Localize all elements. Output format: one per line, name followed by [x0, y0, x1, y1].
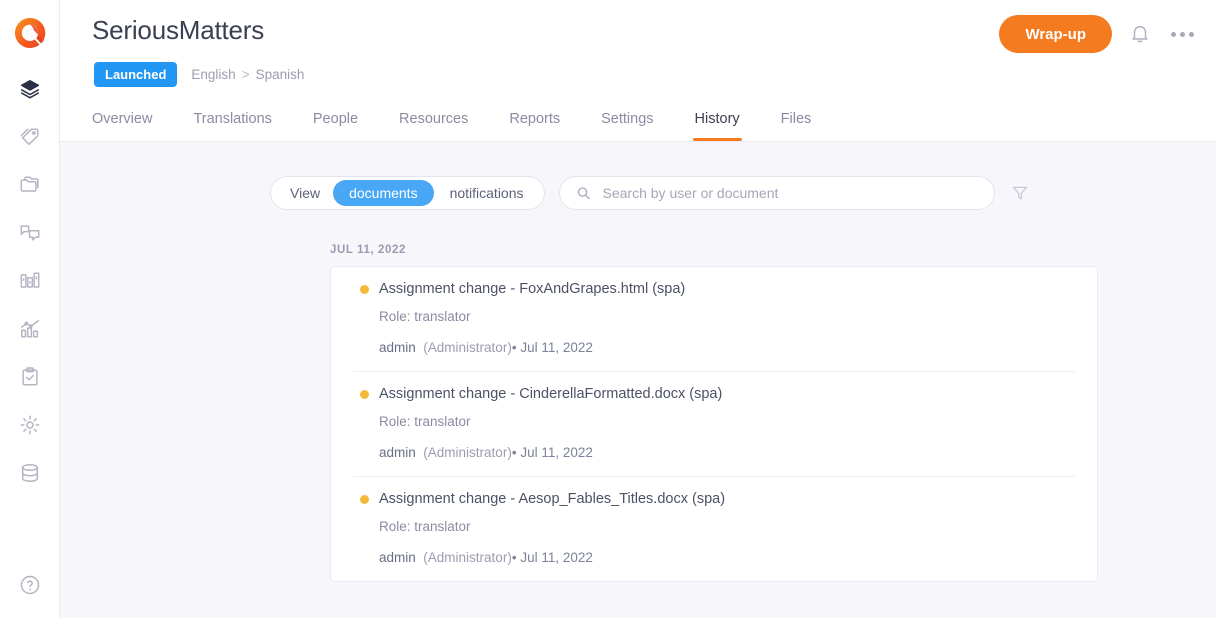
toggle-documents[interactable]: documents — [333, 180, 433, 206]
tab-files[interactable]: Files — [781, 103, 812, 141]
entry-date: Jul 11, 2022 — [520, 550, 593, 565]
entry-title: Assignment change - Aesop_Fables_Titles.… — [379, 491, 725, 507]
entry-separator: • — [512, 340, 517, 355]
entry-meta: admin (Administrator)• Jul 11, 2022 — [379, 340, 1075, 355]
history-card: Assignment change - FoxAndGrapes.html (s… — [330, 266, 1098, 582]
entry-date: Jul 11, 2022 — [520, 340, 593, 355]
tab-settings[interactable]: Settings — [601, 103, 653, 141]
tab-overview[interactable]: Overview — [92, 103, 152, 141]
bell-icon — [1129, 23, 1151, 45]
title-row: SeriousMatters Wrap-up — [92, 0, 1196, 53]
notifications-button[interactable] — [1126, 20, 1154, 48]
entry-user-role: (Administrator) — [423, 340, 512, 355]
entry-title-row: Assignment change - FoxAndGrapes.html (s… — [353, 281, 1075, 297]
status-badge[interactable]: Launched — [94, 62, 177, 87]
page-title: SeriousMatters — [92, 13, 264, 47]
search-box[interactable] — [559, 176, 995, 210]
sidebar-item-reports[interactable] — [13, 264, 47, 297]
entry-title-row: Assignment change - Aesop_Fables_Titles.… — [353, 491, 1075, 507]
breadcrumb: English > Spanish — [191, 67, 304, 82]
entry-title: Assignment change - FoxAndGrapes.html (s… — [379, 281, 685, 297]
search-icon — [576, 185, 591, 201]
history-entry[interactable]: Assignment change - Aesop_Fables_Titles.… — [353, 477, 1075, 581]
breadcrumb-target[interactable]: Spanish — [256, 67, 305, 82]
analytics-icon — [19, 318, 41, 340]
status-dot-icon — [360, 285, 369, 294]
tab-people[interactable]: People — [313, 103, 358, 141]
more-horizontal-icon — [1171, 32, 1194, 37]
more-menu-button[interactable] — [1168, 20, 1196, 48]
topbar: SeriousMatters Wrap-up — [60, 0, 1216, 141]
left-sidebar — [0, 0, 60, 618]
toggle-notifications[interactable]: notifications — [434, 180, 540, 206]
entry-separator: • — [512, 445, 517, 460]
sidebar-item-data[interactable] — [13, 456, 47, 489]
topbar-actions: Wrap-up — [999, 13, 1196, 53]
sidebar-nav — [13, 72, 47, 489]
sidebar-item-tasks[interactable] — [13, 360, 47, 393]
help-circle-icon — [19, 574, 41, 596]
chat-icon — [19, 222, 41, 244]
controls-row: View documents notifications — [60, 142, 1216, 210]
entry-user: admin — [379, 550, 416, 565]
content-area: View documents notifications — [60, 141, 1216, 618]
history-entry[interactable]: Assignment change - FoxAndGrapes.html (s… — [353, 267, 1075, 372]
tags-icon — [19, 126, 41, 148]
entry-role: Role: translator — [379, 519, 1075, 534]
entry-user-role: (Administrator) — [423, 445, 512, 460]
entry-meta: admin (Administrator)• Jul 11, 2022 — [379, 550, 1075, 565]
gear-icon — [19, 414, 41, 436]
entry-date: Jul 11, 2022 — [520, 445, 593, 460]
filter-button[interactable] — [1009, 182, 1031, 204]
entry-title-row: Assignment change - CinderellaFormatted.… — [353, 386, 1075, 402]
bar-chart-icon — [19, 270, 41, 292]
view-toggle-group: View documents notifications — [270, 176, 545, 210]
entry-separator: • — [512, 550, 517, 565]
tab-translations[interactable]: Translations — [193, 103, 271, 141]
app-root: SeriousMatters Wrap-up — [0, 0, 1216, 618]
help-button[interactable] — [13, 568, 47, 602]
breadcrumb-source[interactable]: English — [191, 67, 235, 82]
entry-title: Assignment change - CinderellaFormatted.… — [379, 386, 722, 402]
sidebar-item-folder[interactable] — [13, 168, 47, 201]
wrap-up-button[interactable]: Wrap-up — [999, 15, 1112, 53]
entry-role: Role: translator — [379, 309, 1075, 324]
history-entry[interactable]: Assignment change - CinderellaFormatted.… — [353, 372, 1075, 477]
status-dot-icon — [360, 390, 369, 399]
sidebar-item-layers[interactable] — [13, 72, 47, 105]
entry-meta: admin (Administrator)• Jul 11, 2022 — [379, 445, 1075, 460]
entry-user: admin — [379, 340, 416, 355]
breadcrumb-separator: > — [242, 67, 250, 82]
folder-icon — [19, 174, 41, 196]
tab-bar: Overview Translations People Resources R… — [92, 103, 1196, 141]
clipboard-check-icon — [19, 366, 41, 388]
app-logo[interactable] — [13, 16, 47, 50]
filter-funnel-icon — [1011, 184, 1029, 202]
tab-history[interactable]: History — [695, 103, 740, 141]
database-icon — [19, 462, 41, 484]
sidebar-item-analytics[interactable] — [13, 312, 47, 345]
entry-user: admin — [379, 445, 416, 460]
sidebar-item-tags[interactable] — [13, 120, 47, 153]
tab-resources[interactable]: Resources — [399, 103, 468, 141]
search-input[interactable] — [601, 184, 978, 202]
sidebar-item-messages[interactable] — [13, 216, 47, 249]
status-row: Launched English > Spanish — [92, 62, 1196, 87]
entry-role: Role: translator — [379, 414, 1075, 429]
main-area: SeriousMatters Wrap-up — [60, 0, 1216, 618]
layers-icon — [19, 78, 41, 100]
status-dot-icon — [360, 495, 369, 504]
entry-user-role: (Administrator) — [423, 550, 512, 565]
tab-reports[interactable]: Reports — [509, 103, 560, 141]
sidebar-item-settings[interactable] — [13, 408, 47, 441]
view-label: View — [277, 185, 333, 201]
date-group-header: JUL 11, 2022 — [330, 244, 1216, 256]
